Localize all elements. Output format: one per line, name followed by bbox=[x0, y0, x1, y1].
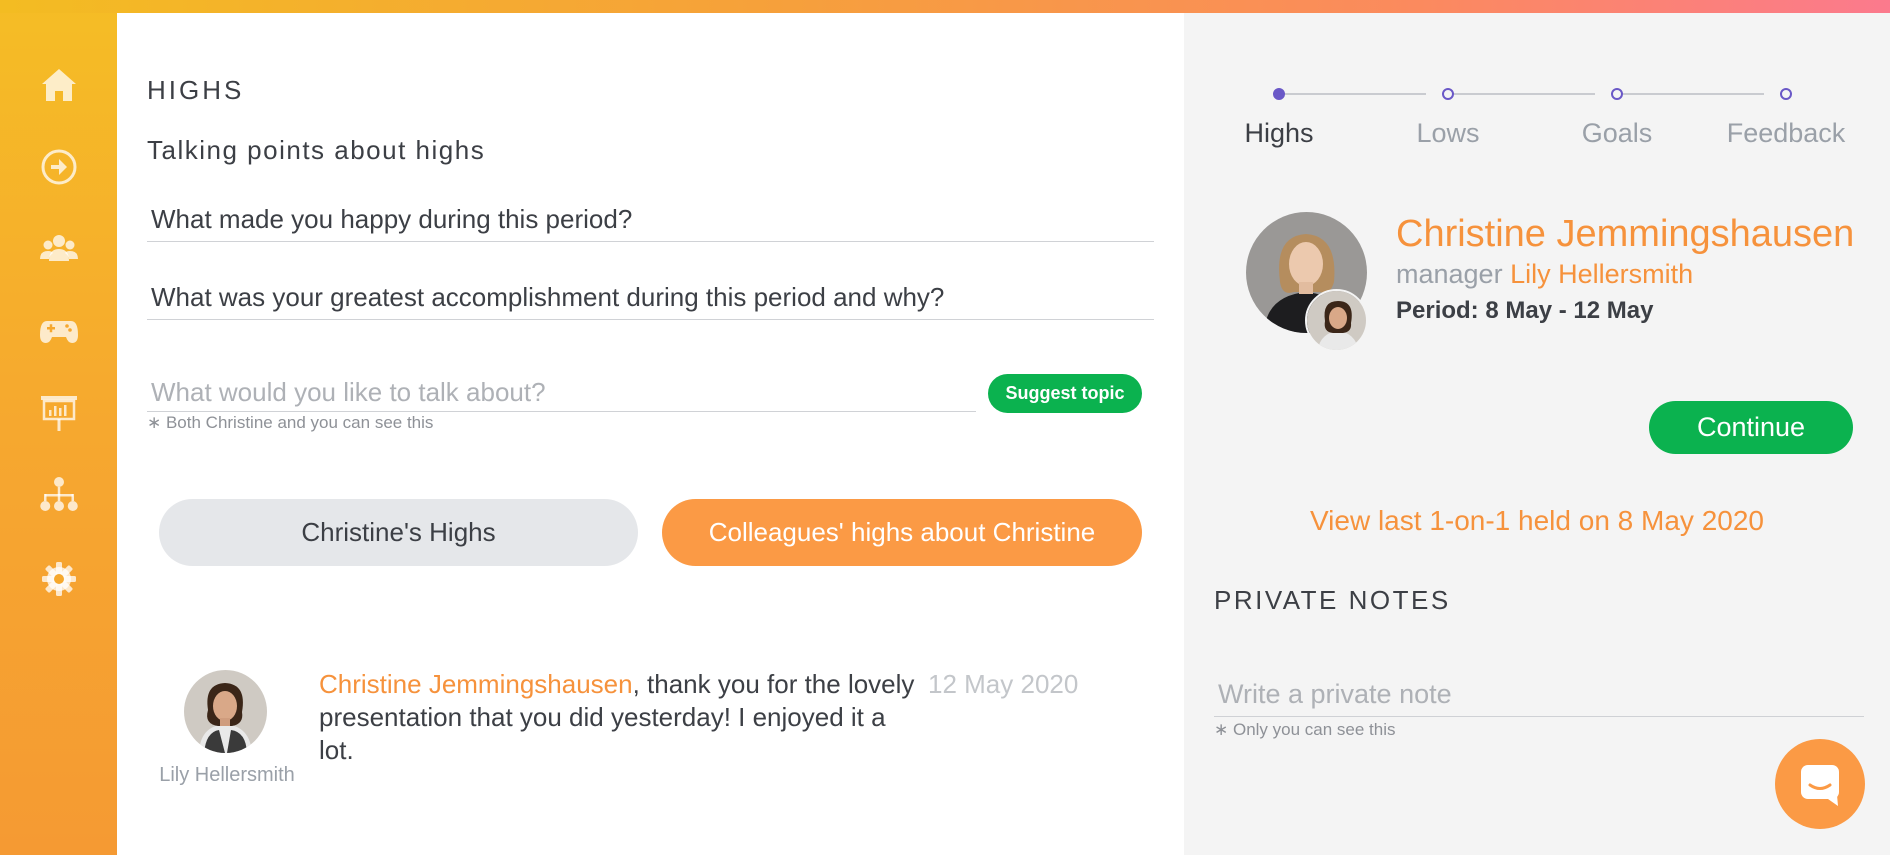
sidebar-item-team[interactable] bbox=[38, 228, 80, 270]
comment-author-name: Lily Hellersmith bbox=[159, 764, 295, 786]
top-gradient-bar bbox=[0, 0, 1890, 13]
chat-icon bbox=[1801, 765, 1839, 806]
sidebar-item-home[interactable] bbox=[38, 64, 80, 106]
presentation-icon bbox=[41, 396, 77, 431]
step-connector bbox=[1623, 93, 1764, 95]
comment-text: Christine Jemmingshausen, thank you for … bbox=[319, 668, 939, 767]
topic-input[interactable] bbox=[147, 374, 976, 412]
private-note-hint: ∗ Only you can see this bbox=[1214, 720, 1396, 739]
manager-avatar bbox=[1305, 289, 1368, 352]
comment-line-1: , thank you for the lovely bbox=[632, 669, 915, 699]
avatar bbox=[184, 670, 267, 753]
home-icon bbox=[42, 69, 76, 101]
right-panel: Highs Lows Goals Feedback Christine Jemm… bbox=[1184, 13, 1890, 855]
manager-prefix: manager bbox=[1396, 259, 1503, 289]
step-lows[interactable]: Lows bbox=[1368, 118, 1528, 149]
step-highs[interactable]: Highs bbox=[1199, 118, 1359, 149]
comment-line-2: presentation that you did yesterday! I e… bbox=[319, 702, 886, 732]
people-icon bbox=[40, 235, 78, 261]
topic-item[interactable]: What was your greatest accomplishment du… bbox=[147, 280, 1154, 320]
suggest-topic-button[interactable]: Suggest topic bbox=[988, 374, 1142, 413]
tab-own-highs[interactable]: Christine's Highs bbox=[159, 499, 638, 566]
period-label: Period: 8 May - 12 May bbox=[1396, 297, 1654, 324]
step-dot-feedback[interactable] bbox=[1780, 88, 1792, 100]
step-feedback[interactable]: Feedback bbox=[1706, 118, 1866, 149]
sidebar-item-games[interactable] bbox=[38, 310, 80, 352]
chat-launcher-button[interactable] bbox=[1775, 739, 1865, 829]
tab-colleagues-highs[interactable]: Colleagues' highs about Christine bbox=[662, 499, 1142, 566]
view-last-one-on-one-link[interactable]: View last 1-on-1 held on 8 May 2020 bbox=[1184, 505, 1890, 537]
step-dot-lows[interactable] bbox=[1442, 88, 1454, 100]
main-panel: HIGHS Talking points about highs What ma… bbox=[117, 13, 1184, 855]
step-dot-goals[interactable] bbox=[1611, 88, 1623, 100]
employee-name: Christine Jemmingshausen bbox=[1396, 213, 1855, 255]
continue-button[interactable]: Continue bbox=[1649, 401, 1853, 454]
section-title: HIGHS bbox=[147, 75, 245, 105]
comment-line-3: lot. bbox=[319, 735, 354, 765]
gear-icon bbox=[42, 562, 76, 596]
step-connector bbox=[1454, 93, 1595, 95]
gamepad-icon bbox=[40, 321, 78, 343]
manager-line: manager Lily Hellersmith bbox=[1396, 259, 1693, 290]
step-connector bbox=[1285, 93, 1426, 95]
comment-date: 12 May 2020 bbox=[928, 669, 1079, 699]
topic-visibility-hint: ∗ Both Christine and you can see this bbox=[147, 413, 434, 432]
sidebar-item-presentations[interactable] bbox=[38, 392, 80, 434]
sidebar-item-checkin[interactable] bbox=[38, 146, 80, 188]
private-note-input[interactable] bbox=[1214, 673, 1864, 717]
sidebar-item-settings[interactable] bbox=[38, 558, 80, 600]
manager-name-link[interactable]: Lily Hellersmith bbox=[1510, 259, 1693, 289]
topic-item[interactable]: What made you happy during this period? bbox=[147, 202, 1154, 242]
comment-mention-link[interactable]: Christine Jemmingshausen bbox=[319, 669, 633, 699]
sidebar-item-org[interactable] bbox=[38, 474, 80, 516]
org-chart-icon bbox=[40, 477, 78, 511]
private-notes-title: PRIVATE NOTES bbox=[1214, 585, 1451, 615]
step-dot-highs[interactable] bbox=[1273, 88, 1285, 100]
talking-points-subtitle: Talking points about highs bbox=[147, 135, 486, 165]
sidebar bbox=[0, 0, 117, 855]
arrow-circle-right-icon bbox=[41, 149, 77, 185]
step-goals[interactable]: Goals bbox=[1537, 118, 1697, 149]
